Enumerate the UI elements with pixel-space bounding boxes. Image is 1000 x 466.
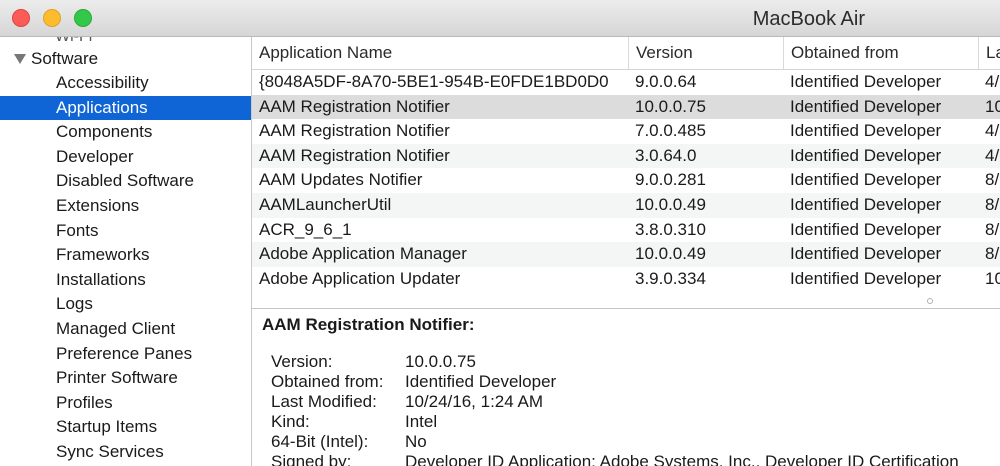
table-row[interactable]: AAM Registration Notifier 10.0.0.75 Identi… xyxy=(252,94,1000,120)
cell-application-name: Adobe Application Updater xyxy=(259,268,461,288)
table-row[interactable]: Adobe Application Updater 3.9.0.334 Identi… xyxy=(252,267,1000,292)
cell-application-name: AAM Registration Notifier xyxy=(259,96,450,116)
cell-last-modified: 8/ xyxy=(985,170,1000,190)
cell-application-name: Adobe Application Manager xyxy=(259,244,467,264)
cell-obtained-from: Identified Developer xyxy=(790,96,942,116)
cell-version: 7.0.0.485 xyxy=(635,121,706,141)
sidebar-item-fonts[interactable]: Fonts xyxy=(0,219,251,243)
cell-version: 10.0.0.75 xyxy=(635,96,706,116)
horizontal-scrollbar[interactable] xyxy=(252,295,1000,308)
detail-field-label: Signed by: xyxy=(271,452,352,466)
sidebar-item-printer-software[interactable]: Printer Software xyxy=(0,366,251,390)
detail-field-value: 10/24/16, 1:24 AM xyxy=(405,392,543,411)
sidebar-item-frameworks[interactable]: Frameworks xyxy=(0,243,251,267)
cell-last-modified: 8/ xyxy=(985,244,1000,264)
detail-field-label: Obtained from: xyxy=(271,372,384,391)
sidebar-item-sync-services[interactable]: Sync Services xyxy=(0,440,251,464)
cell-obtained-from: Identified Developer xyxy=(790,244,942,264)
cell-obtained-from: Identified Developer xyxy=(790,195,942,214)
cell-version: 3.9.0.334 xyxy=(635,268,706,288)
cell-application-name: {8048A5DF-8A70-5BE1-954B-E0FDE1BD0D0 xyxy=(259,72,609,91)
detail-field-value: Intel xyxy=(405,412,438,431)
disclosure-triangle-icon[interactable] xyxy=(14,54,26,64)
cell-obtained-from: Identified Developer xyxy=(790,72,942,91)
sidebar-item-managed-client[interactable]: Managed Client xyxy=(0,317,251,341)
cell-last-modified: 4/ xyxy=(985,145,1000,165)
cell-application-name: AAM Registration Notifier xyxy=(259,121,450,141)
cell-last-modified: 8/ xyxy=(985,219,1000,239)
cell-obtained-from: Identified Developer xyxy=(790,145,942,165)
detail-field-label: 64-Bit (Intel): xyxy=(271,432,369,451)
sidebar-item-applications[interactable]: Applications xyxy=(0,95,251,120)
column-header-application-name[interactable]: Application Name xyxy=(252,37,628,69)
cell-version: 9.0.0.64 xyxy=(635,72,697,91)
table-row[interactable]: AAMLauncherUtil 10.0.0.49 Identified Devel… xyxy=(252,193,1000,218)
cell-last-modified: 10 xyxy=(985,96,1000,116)
table-row[interactable]: AAM Registration Notifier 3.0.64.0 Identif… xyxy=(252,143,1000,169)
column-header-last-modified[interactable]: La xyxy=(978,37,1000,69)
cell-last-modified: 8/ xyxy=(985,195,1000,214)
sidebar-item-extensions[interactable]: Extensions xyxy=(0,194,251,218)
sidebar-item-logs[interactable]: Logs xyxy=(0,292,251,316)
cell-obtained-from: Identified Developer xyxy=(790,219,942,239)
scroll-indicator-icon xyxy=(927,298,933,304)
detail-field-label: Last Modified: xyxy=(271,392,377,411)
cell-application-name: ACR_9_6_1 xyxy=(259,219,352,239)
cell-obtained-from: Identified Developer xyxy=(790,170,942,190)
cell-obtained-from: Identified Developer xyxy=(790,121,942,141)
detail-field-label: Version: xyxy=(271,352,333,371)
cell-application-name: AAM Updates Notifier xyxy=(259,170,423,190)
cell-version: 3.8.0.310 xyxy=(635,219,706,239)
sidebar-group-software[interactable]: Software xyxy=(14,48,98,70)
cell-last-modified: 4/ xyxy=(985,121,1000,141)
table-row[interactable]: ACR_9_6_1 3.8.0.310 Identified Developer 8/ xyxy=(252,218,1000,243)
sidebar-item-disabled-software[interactable]: Disabled Software xyxy=(0,169,251,193)
table-row[interactable]: {8048A5DF-8A70-5BE1-954B-E0FDE1BD0D0 9.0.… xyxy=(252,70,1000,95)
detail-title: AAM Registration Notifier: xyxy=(262,315,475,334)
cell-version: 10.0.0.49 xyxy=(635,195,706,214)
sidebar-item-accessibility[interactable]: Accessibility xyxy=(0,71,251,95)
detail-field-value: Developer ID Application: Adobe Systems,… xyxy=(405,452,959,466)
sidebar-item-components[interactable]: Components xyxy=(0,120,251,144)
detail-field-label: Kind: xyxy=(271,412,310,431)
sidebar-group-label: Software xyxy=(31,49,99,68)
column-header-version[interactable]: Version xyxy=(628,37,783,69)
sidebar-item-developer[interactable]: Developer xyxy=(0,145,251,169)
cell-obtained-from: Identified Developer xyxy=(790,268,942,288)
cell-application-name: AAMLauncherUtil xyxy=(259,195,392,214)
title-bar: MacBook Air xyxy=(0,0,1000,37)
cell-last-modified: 10 xyxy=(985,268,1000,288)
sidebar-item-startup-items[interactable]: Startup Items xyxy=(0,415,251,439)
sidebar-item-partial[interactable]: Wi-Fi xyxy=(55,37,92,46)
cell-application-name: AAM Registration Notifier xyxy=(259,145,450,165)
sidebar-item-installations[interactable]: Installations xyxy=(0,268,251,292)
detail-field-value: No xyxy=(405,432,427,451)
detail-field-value: 10.0.0.75 xyxy=(405,352,476,371)
detail-field-value: Identified Developer xyxy=(405,372,557,391)
cell-last-modified: 4/ xyxy=(985,72,1000,91)
window-title: MacBook Air xyxy=(752,8,865,30)
column-header-obtained-from[interactable]: Obtained from xyxy=(783,37,978,69)
table-header: Application Name Version Obtained from L… xyxy=(252,37,1000,70)
table-row[interactable]: AAM Registration Notifier 7.0.0.485 Identi… xyxy=(252,119,1000,144)
detail-pane: AAM Registration Notifier: Version: 10.0.… xyxy=(252,309,1000,466)
sidebar[interactable]: Wi-Fi Software AccessibilityApplications… xyxy=(0,37,252,466)
table-row[interactable]: Adobe Application Manager 10.0.0.49 Identi… xyxy=(252,242,1000,267)
table-row[interactable]: AAM Updates Notifier 9.0.0.281 Identified … xyxy=(252,168,1000,193)
sidebar-item-profiles[interactable]: Profiles xyxy=(0,391,251,415)
system-information-window: MacBook Air Wi-Fi Software Accessibility… xyxy=(0,0,1000,466)
cell-version: 10.0.0.49 xyxy=(635,244,706,264)
cell-version: 9.0.0.281 xyxy=(635,170,706,190)
sidebar-item-preference-panes[interactable]: Preference Panes xyxy=(0,342,251,366)
cell-version: 3.0.64.0 xyxy=(635,145,697,165)
applications-table[interactable]: Application Name Version Obtained from L… xyxy=(252,37,1000,295)
